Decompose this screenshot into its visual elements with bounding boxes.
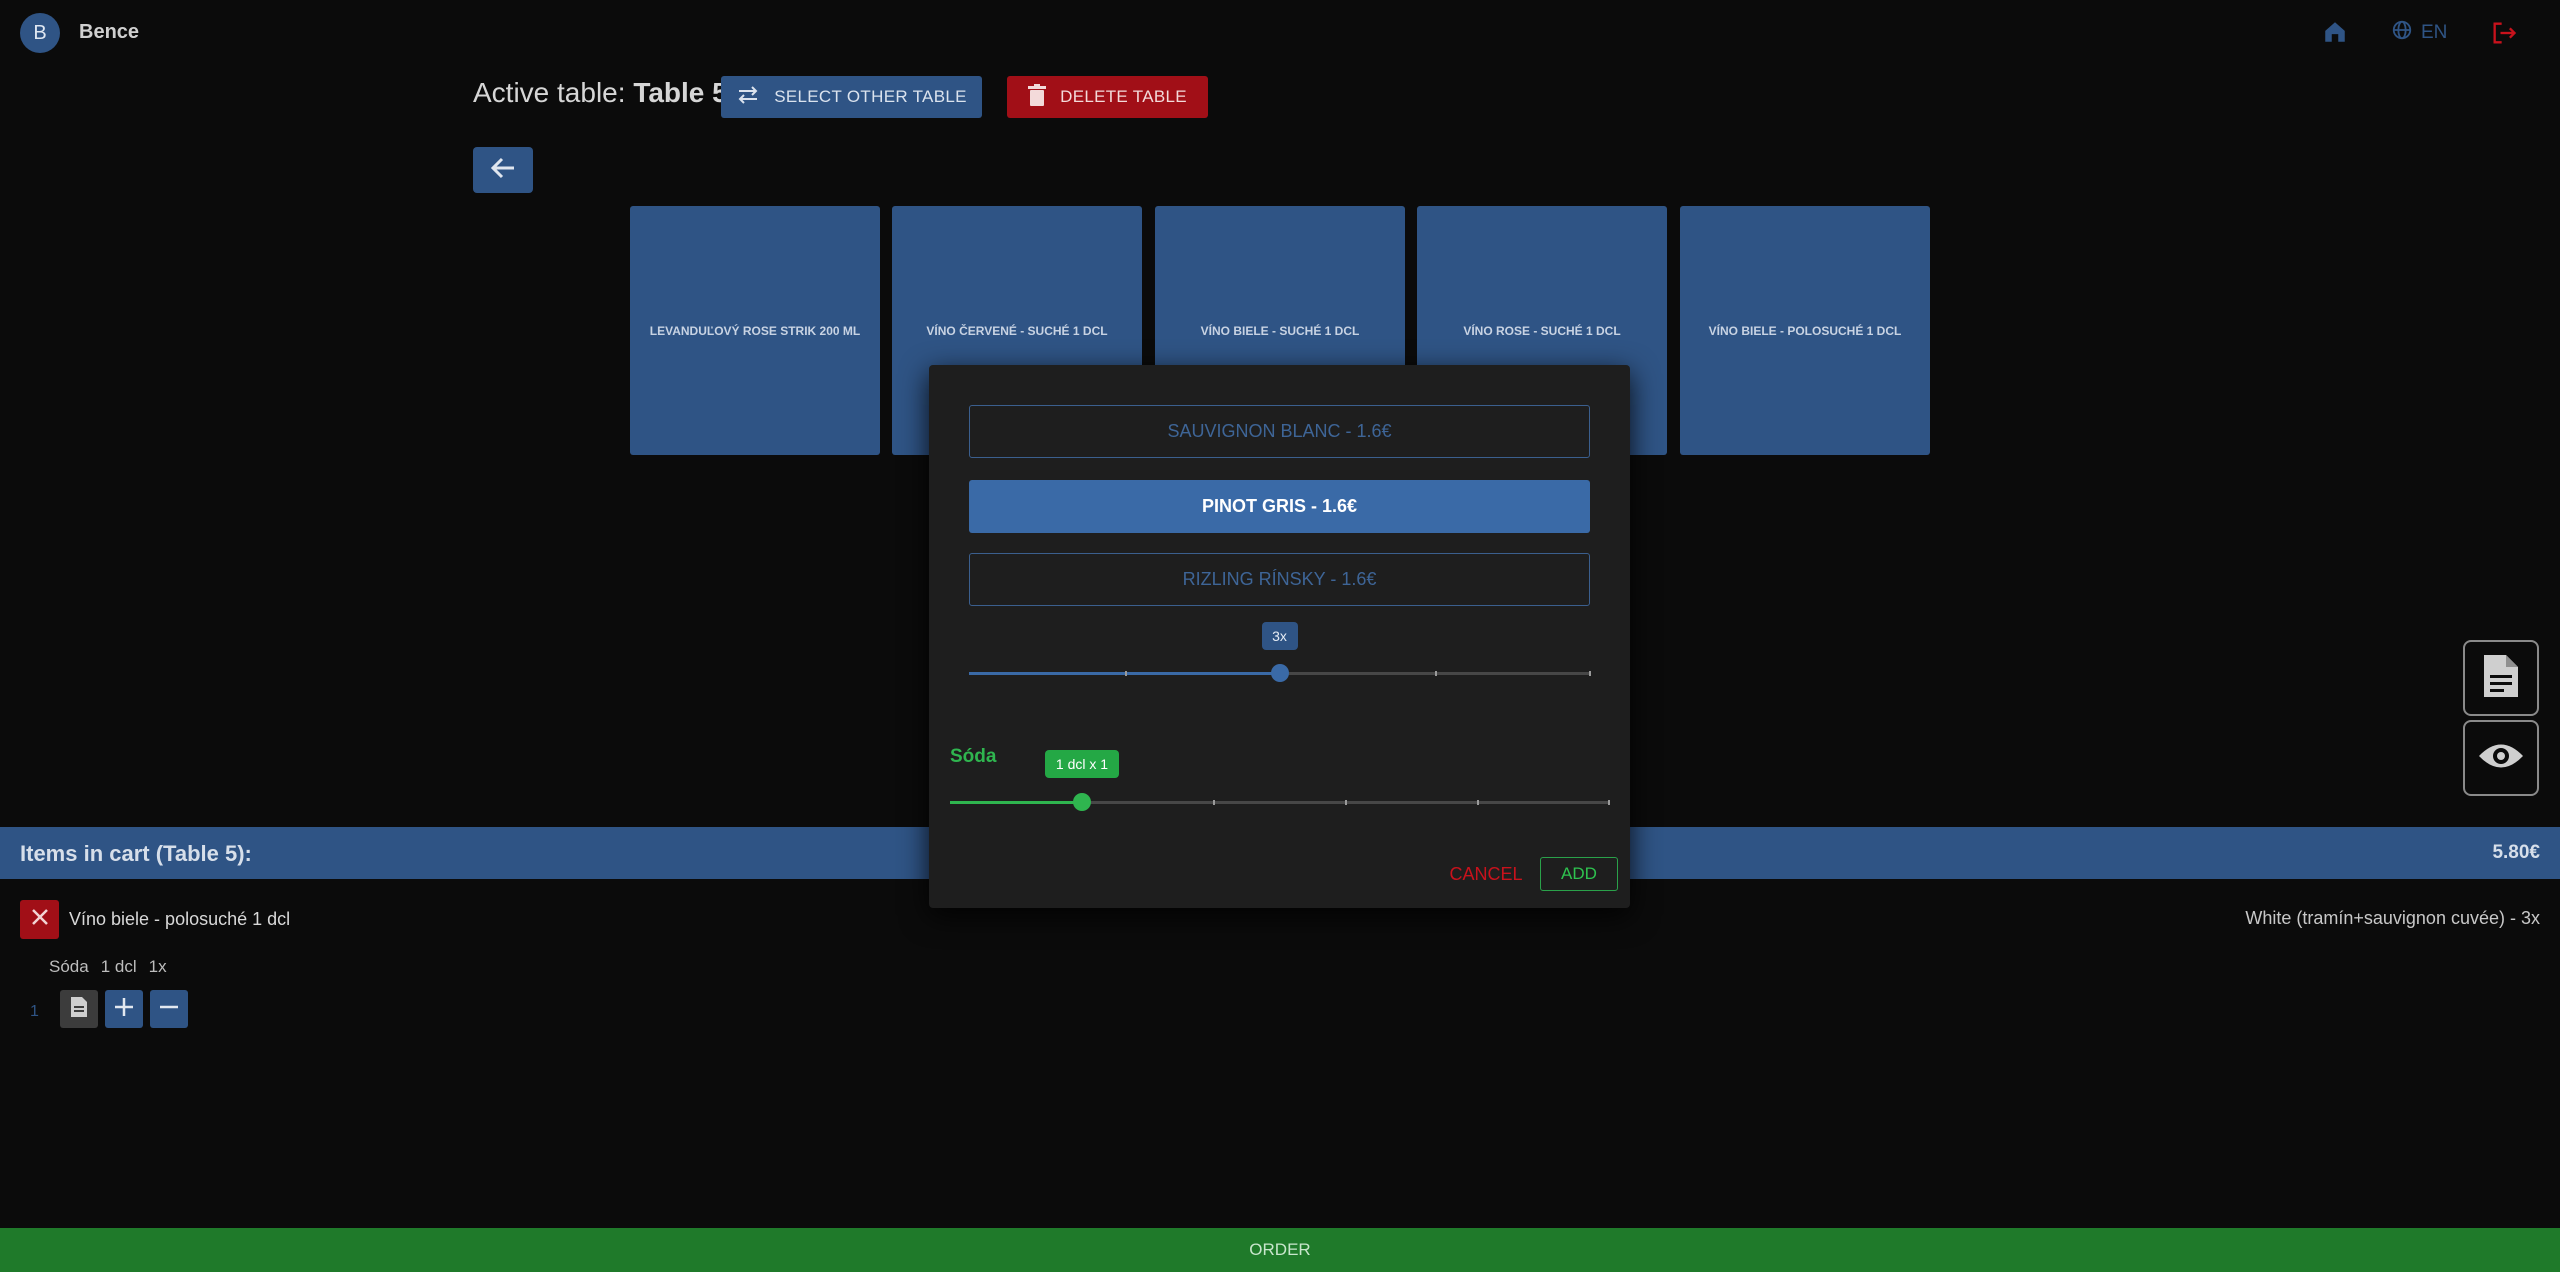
plus-icon [114,997,134,1022]
trash-icon [1028,83,1047,111]
soda-slider-tooltip: 1 dcl x 1 [1045,750,1119,778]
receipt-button[interactable] [2463,640,2539,716]
slider-tick [1345,800,1347,805]
slider-tick [1125,671,1127,676]
slider-tick [1477,800,1479,805]
item-note-button[interactable] [60,990,98,1028]
quantity-slider-thumb[interactable] [1270,664,1289,682]
delete-table-button[interactable]: DELETE TABLE [1007,76,1208,118]
product-tile[interactable]: VÍNO BIELE - POLOSUCHÉ 1 DCL [1680,206,1930,455]
cart-item-name: Víno biele - polosuché 1 dcl [69,909,291,929]
document-icon [2482,653,2520,704]
soda-label: Sóda [950,746,997,767]
cart-total: 5.80€ [2492,842,2540,863]
globe-icon [2391,19,2413,47]
soda-slider-fill [950,801,1082,804]
logout-icon[interactable] [2490,19,2518,47]
quantity-slider-tooltip: 3x [1261,622,1298,650]
language-label: EN [2421,22,2448,43]
active-table-prefix: Active table: [473,77,626,108]
active-table-heading: Active table: Table 5 [473,77,728,109]
select-other-table-button[interactable]: SELECT OTHER TABLE [721,76,982,118]
home-icon[interactable] [2322,19,2348,45]
product-tile[interactable]: LEVANDUĽOVÝ ROSE STRIK 200 ML [630,206,880,455]
cart-item-index: 1 [30,1003,39,1020]
user-name: Bence [79,21,140,43]
slider-tick [1589,671,1591,676]
slider-tick [1213,800,1215,805]
increase-qty-button[interactable] [105,990,143,1028]
cart-title: Items in cart (Table 5): [20,841,252,866]
add-button[interactable]: ADD [1540,857,1618,891]
arrow-left-icon [490,156,516,185]
cancel-button[interactable]: CANCEL [1441,862,1531,886]
view-button[interactable] [2463,720,2539,796]
delete-table-label: DELETE TABLE [1060,87,1187,106]
variant-option-rizling[interactable]: RIZLING RÍNSKY - 1.6€ [969,553,1590,606]
language-selector[interactable]: EN [2391,19,2447,47]
minus-icon [159,997,179,1022]
swap-icon [736,85,760,110]
variant-option-pinot-gris[interactable]: PINOT GRIS - 1.6€ [969,480,1590,533]
variant-option-sauvignon[interactable]: SAUVIGNON BLANC - 1.6€ [969,405,1590,458]
decrease-qty-button[interactable] [150,990,188,1028]
cart-item-modifier: Sóda 1 dcl 1x [49,957,167,977]
soda-slider-thumb[interactable] [1073,793,1091,811]
eye-icon [2477,741,2525,776]
select-other-table-label: SELECT OTHER TABLE [774,87,967,106]
document-icon [70,996,88,1023]
slider-tick [1608,800,1610,805]
order-button[interactable]: ORDER [0,1228,2560,1272]
active-table-name: Table 5 [633,77,728,108]
back-button[interactable] [473,147,533,193]
modifier-qty: 1x [148,957,167,976]
slider-tick [1435,671,1437,676]
remove-item-button[interactable] [20,900,59,939]
close-icon [31,908,49,931]
modifier-name: Sóda [49,957,89,976]
modifier-size: 1 dcl [100,957,137,976]
cart-item-description: White (tramín+sauvignon cuvée) - 3x [2245,908,2540,928]
user-avatar[interactable]: B [20,13,60,53]
